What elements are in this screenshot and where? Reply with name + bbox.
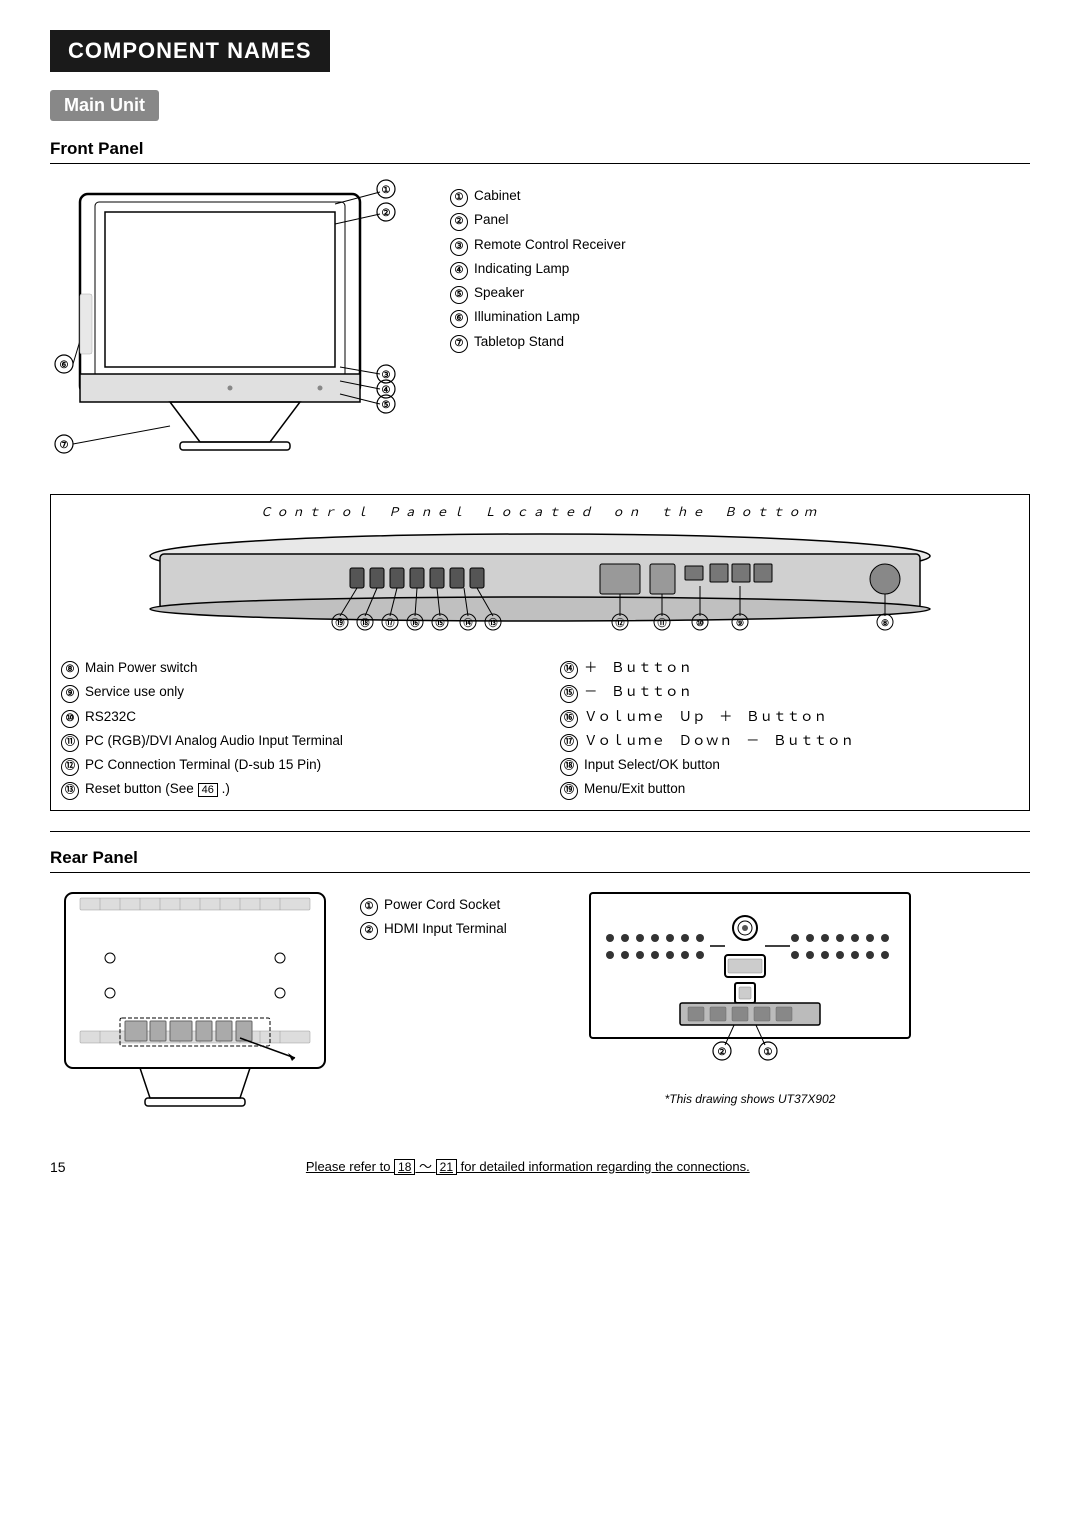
label-panel: ② Panel xyxy=(450,208,1030,232)
svg-text:③: ③ xyxy=(382,370,391,381)
rear-panel-content: ① Power Cord Socket ② HDMI Input Termina… xyxy=(50,883,1030,1126)
svg-text:②: ② xyxy=(382,208,391,219)
svg-text:⑪: ⑪ xyxy=(657,617,666,628)
rear-overview-diagram xyxy=(50,883,340,1126)
svg-text:⑯: ⑯ xyxy=(410,617,419,628)
svg-text:⑤: ⑤ xyxy=(382,400,391,411)
bottom-panel-title: Ｃｏｎｔｒｏｌ Ｐａｎｅｌ Ｌｏｃａｔｅｄ ｏｎ ｔｈｅ Ｂｏｔｔｏｍ xyxy=(61,503,1019,520)
bottom-panel-labels: ⑧ Main Power switch ⑨ Service use only ⑩… xyxy=(61,656,1019,802)
label-reset-button: ⑬ Reset button (See 46 .) xyxy=(61,777,520,801)
svg-text:⑦: ⑦ xyxy=(60,440,69,451)
label-service-only: ⑨ Service use only xyxy=(61,680,520,704)
front-panel-title: Front Panel xyxy=(50,139,1030,164)
svg-text:⑥: ⑥ xyxy=(60,360,69,371)
label-pc-connection: ⑫ PC Connection Terminal (D-sub 15 Pin) xyxy=(61,753,520,777)
page-number: 15 xyxy=(50,1159,66,1175)
rear-panel-title: Rear Panel xyxy=(50,848,1030,873)
front-panel-labels: ① Cabinet ② Panel ③ Remote Control Recei… xyxy=(450,174,1030,354)
label-minus-button: ⑮ － Ｂｕｔｔｏｎ xyxy=(560,680,1019,704)
svg-text:①: ① xyxy=(382,185,391,196)
rear-footnote: *This drawing shows UT37X902 xyxy=(580,1092,920,1106)
label-menu-exit: ⑲ Menu/Exit button xyxy=(560,777,1019,801)
label-hdmi: ② HDMI Input Terminal xyxy=(360,917,560,941)
bottom-controls-diagram: ⑲ ⑱ ⑰ ⑯ ⑮ ⑭ ⑬ xyxy=(61,526,1019,656)
bottom-panel-box: Ｃｏｎｔｒｏｌ Ｐａｎｅｌ Ｌｏｃａｔｅｄ ｏｎ ｔｈｅ Ｂｏｔｔｏｍ xyxy=(50,494,1030,811)
label-main-power: ⑧ Main Power switch xyxy=(61,656,520,680)
svg-text:⑮: ⑮ xyxy=(435,617,444,628)
label-volume-down: ⑰ Ｖｏｌｕｍｅ Ｄｏｗｎ － Ｂｕｔｔｏｎ xyxy=(560,729,1019,753)
section-divider xyxy=(50,831,1030,832)
rear-connector-detail-diagram: ② ① *This drawing shows UT37X902 xyxy=(580,883,920,1106)
label-input-select: ⑱ Input Select/OK button xyxy=(560,753,1019,777)
label-speaker: ⑤ Speaker xyxy=(450,281,1030,305)
label-cabinet: ① Cabinet xyxy=(450,184,1030,208)
svg-text:⑱: ⑱ xyxy=(360,617,369,628)
label-plus-button: ⑭ ＋ Ｂｕｔｔｏｎ xyxy=(560,656,1019,680)
footer-link: Please refer to 18 ～ 21 for detailed inf… xyxy=(66,1156,990,1175)
svg-text:②: ② xyxy=(718,1047,727,1058)
svg-text:⑰: ⑰ xyxy=(385,617,394,628)
label-power-cord: ① Power Cord Socket xyxy=(360,893,560,917)
page-footer: 15 Please refer to 18 ～ 21 for detailed … xyxy=(50,1156,1030,1175)
svg-text:⑬: ⑬ xyxy=(488,617,497,628)
component-names-header: COMPONENT NAMES xyxy=(50,30,330,72)
label-illumination-lamp: ⑥ Illumination Lamp xyxy=(450,305,1030,329)
bottom-labels-right: ⑭ ＋ Ｂｕｔｔｏｎ ⑮ － Ｂｕｔｔｏｎ ⑯ Ｖｏｌｕｍｅ Ｕｐ ＋ Ｂｕｔｔ… xyxy=(560,656,1019,802)
rear-labels: ① Power Cord Socket ② HDMI Input Termina… xyxy=(360,883,560,942)
front-panel-diagram: ① ② ③ ④ ⑤ ⑥ xyxy=(50,174,420,484)
label-pc-rgb-dvi: ⑪ PC (RGB)/DVI Analog Audio Input Termin… xyxy=(61,729,520,753)
label-volume-up: ⑯ Ｖｏｌｕｍｅ Ｕｐ ＋ Ｂｕｔｔｏｎ xyxy=(560,705,1019,729)
rear-panel-section: Rear Panel xyxy=(50,848,1030,1126)
svg-text:⑫: ⑫ xyxy=(615,617,624,628)
bottom-labels-left: ⑧ Main Power switch ⑨ Service use only ⑩… xyxy=(61,656,520,802)
front-panel-section: Front Panel ① xyxy=(50,139,1030,811)
label-indicating-lamp: ④ Indicating Lamp xyxy=(450,257,1030,281)
svg-text:⑩: ⑩ xyxy=(696,618,704,628)
svg-text:⑧: ⑧ xyxy=(881,618,889,628)
label-rs232c: ⑩ RS232C xyxy=(61,705,520,729)
svg-text:④: ④ xyxy=(382,385,391,396)
label-remote-receiver: ③ Remote Control Receiver xyxy=(450,233,1030,257)
label-tabletop-stand: ⑦ Tabletop Stand xyxy=(450,330,1030,354)
main-unit-badge: Main Unit xyxy=(50,90,159,121)
svg-text:①: ① xyxy=(764,1047,773,1058)
svg-text:⑨: ⑨ xyxy=(736,618,744,628)
svg-text:⑭: ⑭ xyxy=(463,617,472,628)
svg-text:⑲: ⑲ xyxy=(335,617,344,628)
